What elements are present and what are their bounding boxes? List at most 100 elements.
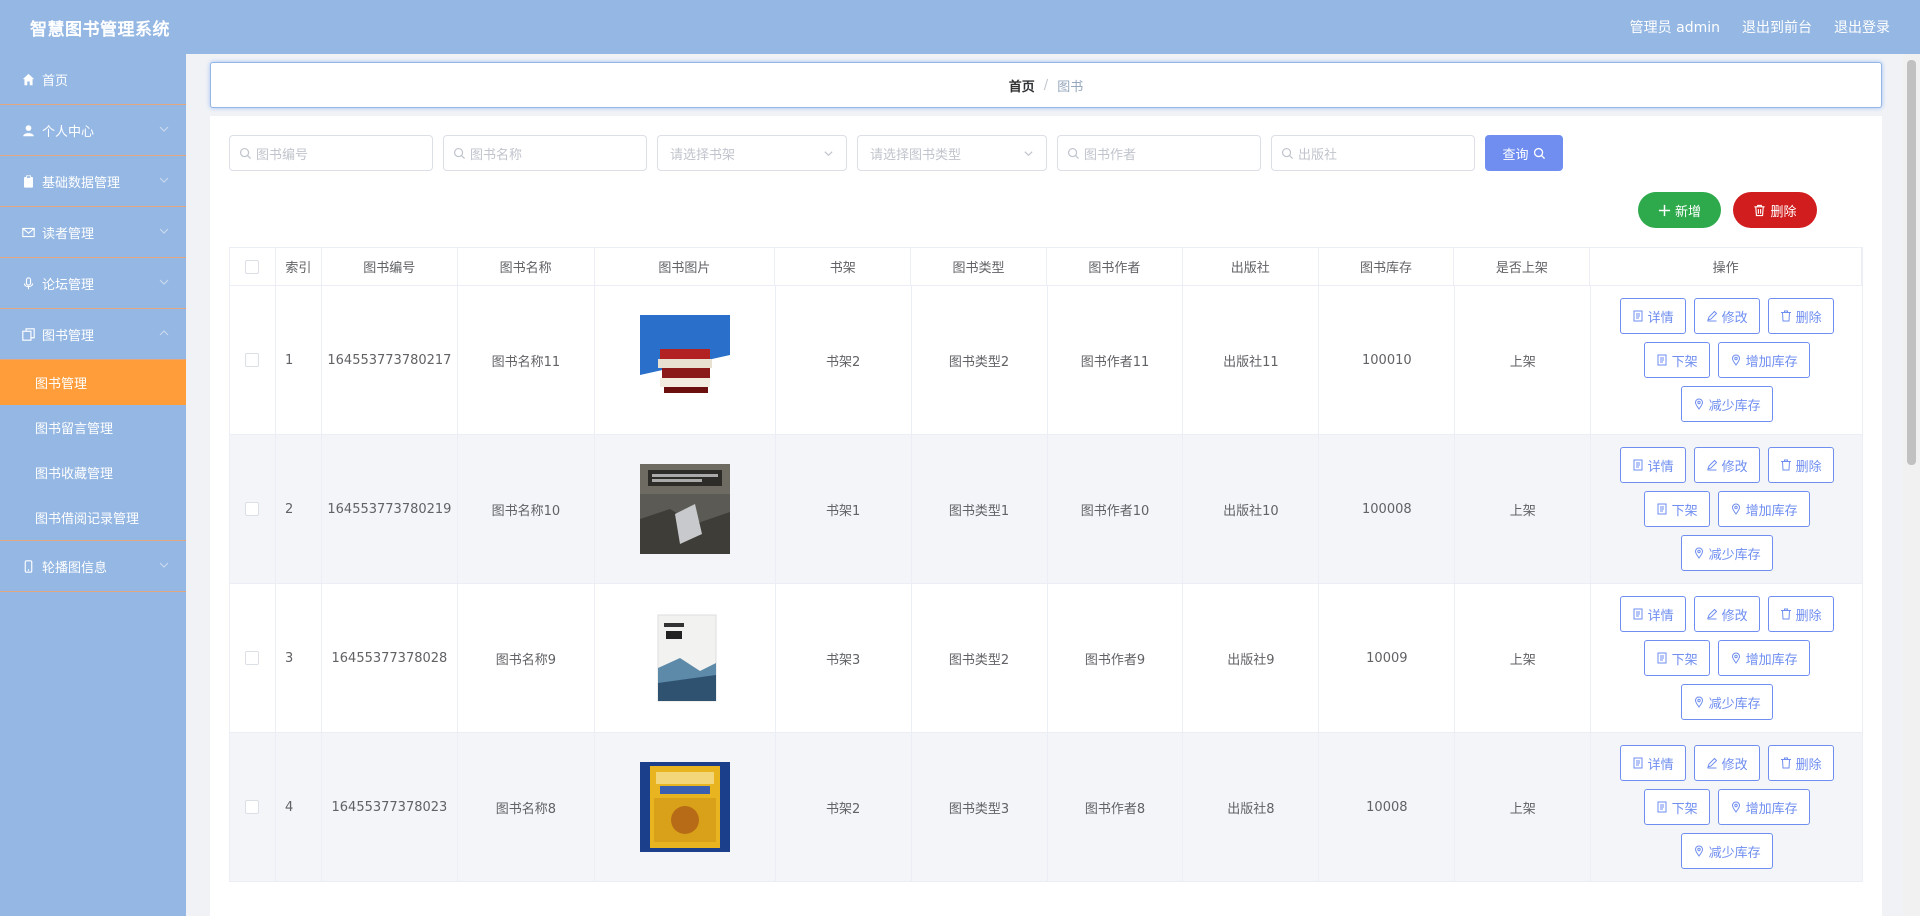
delete-button[interactable]: 删除 (1767, 745, 1834, 781)
reduce-stock-button[interactable]: 减少库存 (1680, 386, 1773, 422)
column-header: 图书库存 (1319, 248, 1455, 285)
sidebar-item-home[interactable]: 首页 (0, 54, 186, 105)
select-placeholder: 请选择书架 (670, 147, 736, 163)
add-stock-button[interactable]: 增加库存 (1717, 640, 1810, 676)
row-checkbox[interactable] (245, 800, 260, 814)
column-header: 书架 (775, 248, 912, 285)
query-button[interactable]: 查询 (1485, 135, 1563, 171)
table-row: 3 16455377378028 图书名称9 书架3 图书类型2 图书作者9 出版社9 100… (229, 584, 1864, 733)
cell-book-image (595, 733, 776, 881)
content-panel: 图书编号 图书名称 请选择书架 请选择图书类型 图书作者 出版社 查询 新增 删… (210, 116, 1882, 916)
sidebar-subitem-borrow-records[interactable]: 图书借阅记录管理 (0, 495, 186, 540)
table-row: 2 164553773780219 图书名称10 书架1 图书类型1 图书作者10 出版社1… (229, 435, 1864, 584)
add-stock-button-label: 增加库存 (1745, 801, 1798, 817)
search-icon (453, 147, 466, 159)
edit-button[interactable]: 修改 (1693, 596, 1760, 632)
cell-operations: 详情 修改 删除下架 增加库存减少库存 (1591, 435, 1864, 583)
sidebar-subitem-book-favorites[interactable]: 图书收藏管理 (0, 450, 186, 495)
input-placeholder: 图书编号 (256, 147, 309, 163)
book-type-select[interactable]: 请选择图书类型 (857, 135, 1047, 171)
breadcrumb-current: 图书 (1057, 79, 1084, 95)
chevron-down-icon (159, 279, 169, 285)
bulk-delete-button[interactable]: 删除 (1733, 192, 1817, 228)
reduce-stock-button-label: 减少库存 (1708, 696, 1761, 712)
add-stock-button[interactable]: 增加库存 (1717, 491, 1810, 527)
sidebar-item-label: 基础数据管理 (42, 175, 121, 191)
sidebar-subitem-book-comments[interactable]: 图书留言管理 (0, 405, 186, 450)
cell-shelf: 书架3 (776, 584, 912, 732)
detail-button[interactable]: 详情 (1619, 447, 1686, 483)
offshelf-button[interactable]: 下架 (1643, 491, 1710, 527)
edit-icon (1706, 608, 1717, 620)
app-title: 智慧图书管理系统 (30, 19, 170, 40)
sidebar-item-personal-center[interactable]: 个人中心 (0, 105, 186, 156)
add-book-button[interactable]: 新增 (1638, 192, 1721, 228)
sidebar-item-carousel[interactable]: 轮播图信息 (0, 541, 186, 592)
table-row: 1 164553773780217 图书名称11 书架2 图书类型2 图书作者11 出版社1… (229, 286, 1864, 435)
trash-icon (1780, 608, 1791, 620)
author-input[interactable]: 图书作者 (1057, 135, 1261, 171)
cell-operations: 详情 修改 删除下架 增加库存减少库存 (1591, 733, 1864, 881)
reduce-stock-button[interactable]: 减少库存 (1680, 684, 1773, 720)
detail-button-label: 详情 (1647, 459, 1674, 475)
column-header: 图书编号 (322, 248, 458, 285)
reduce-stock-button[interactable]: 减少库存 (1680, 535, 1773, 571)
cell-book-code: 16455377378028 (322, 584, 458, 732)
add-stock-button-label: 增加库存 (1745, 354, 1798, 370)
edit-button[interactable]: 修改 (1693, 447, 1760, 483)
scrollbar-thumb[interactable] (1907, 60, 1916, 465)
reduce-stock-button[interactable]: 减少库存 (1680, 833, 1773, 869)
trash-icon (1780, 757, 1791, 769)
document-icon (1633, 608, 1643, 620)
book-code-input[interactable]: 图书编号 (229, 135, 433, 171)
column-header: 图书作者 (1047, 248, 1183, 285)
offshelf-button[interactable]: 下架 (1643, 342, 1710, 378)
breadcrumb-home[interactable]: 首页 (1009, 76, 1035, 95)
edit-button[interactable]: 修改 (1693, 745, 1760, 781)
delete-button[interactable]: 删除 (1767, 447, 1834, 483)
delete-button[interactable]: 删除 (1767, 298, 1834, 334)
sidebar-item-forum[interactable]: 论坛管理 (0, 258, 186, 309)
row-checkbox[interactable] (245, 651, 260, 665)
offshelf-button[interactable]: 下架 (1643, 640, 1710, 676)
offshelf-button[interactable]: 下架 (1643, 789, 1710, 825)
sidebar-subitem-book-management[interactable]: 图书管理 (0, 360, 186, 405)
bookshelf-select[interactable]: 请选择书架 (657, 135, 847, 171)
row-select-cell (230, 733, 276, 881)
add-stock-button[interactable]: 增加库存 (1717, 789, 1810, 825)
cell-book-type: 图书类型1 (912, 435, 1048, 583)
row-checkbox[interactable] (245, 502, 260, 516)
reduce-stock-button-label: 减少库存 (1708, 398, 1761, 414)
delete-button-label: 删除 (1795, 310, 1822, 326)
row-checkbox[interactable] (245, 353, 260, 367)
add-button-label: 新增 (1674, 204, 1701, 220)
book-name-input[interactable]: 图书名称 (443, 135, 647, 171)
exit-to-frontend-link[interactable]: 退出到前台 (1742, 17, 1812, 37)
sidebar-item-reader[interactable]: 读者管理 (0, 207, 186, 258)
detail-button[interactable]: 详情 (1619, 596, 1686, 632)
column-header: 是否上架 (1454, 248, 1591, 285)
logout-link[interactable]: 退出登录 (1834, 17, 1890, 37)
location-icon (1694, 398, 1703, 410)
admin-user-link[interactable]: 管理员 admin (1630, 17, 1720, 37)
location-icon (1694, 696, 1703, 708)
edit-button-label: 修改 (1721, 608, 1748, 624)
edit-button[interactable]: 修改 (1693, 298, 1760, 334)
delete-button[interactable]: 删除 (1767, 596, 1834, 632)
page-scrollbar[interactable] (1903, 54, 1920, 916)
sidebar-item-base-data[interactable]: 基础数据管理 (0, 156, 186, 207)
detail-button[interactable]: 详情 (1619, 298, 1686, 334)
select-all-checkbox[interactable] (245, 259, 260, 274)
sidebar-item-label: 论坛管理 (42, 277, 95, 293)
cell-status: 上架 (1455, 286, 1592, 434)
reduce-stock-button-label: 减少库存 (1708, 547, 1761, 563)
add-stock-button[interactable]: 增加库存 (1717, 342, 1810, 378)
detail-button[interactable]: 详情 (1619, 745, 1686, 781)
cell-publisher: 出版社10 (1183, 435, 1320, 583)
cell-index: 2 (276, 435, 322, 583)
table-header: 索引 图书编号 图书名称 图书图片 书架 图书类型 图书作者 出版社 图书库存 … (229, 247, 1863, 286)
sidebar-item-book-management[interactable]: 图书管理 (0, 309, 186, 360)
input-placeholder: 图书作者 (1084, 147, 1137, 163)
document-icon (1657, 503, 1667, 515)
publisher-input[interactable]: 出版社 (1271, 135, 1475, 171)
